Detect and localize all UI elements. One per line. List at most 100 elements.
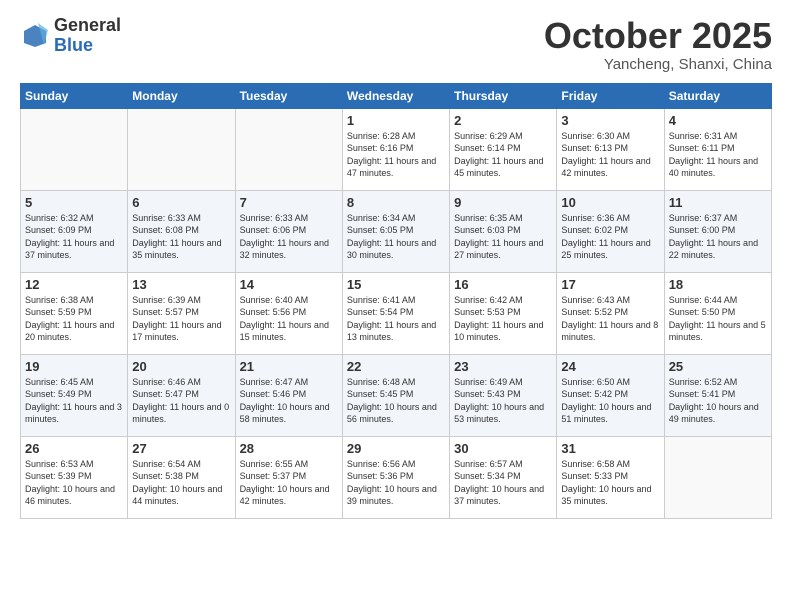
cell-w3-d3: 14 Sunrise: 6:40 AM Sunset: 5:56 PM Dayli… (235, 272, 342, 354)
cell-w3-d5: 16 Sunrise: 6:42 AM Sunset: 5:53 PM Dayli… (450, 272, 557, 354)
cell-w1-d4: 1 Sunrise: 6:28 AM Sunset: 6:16 PM Daylig… (342, 108, 449, 190)
cell-w4-d7: 25Sunrise: 6:52 AM Sunset: 5:41 PM Dayli… (664, 354, 771, 436)
cell-w2-d2: 6 Sunrise: 6:33 AM Sunset: 6:08 PM Daylig… (128, 190, 235, 272)
col-tuesday: Tuesday (235, 83, 342, 108)
day-number: 17 (561, 277, 659, 292)
cell-w1-d6: 3 Sunrise: 6:30 AM Sunset: 6:13 PM Daylig… (557, 108, 664, 190)
day-info: Sunrise: 6:30 AM Sunset: 6:13 PM Dayligh… (561, 130, 659, 180)
day-number: 6 (132, 195, 230, 210)
day-number: 4 (669, 113, 767, 128)
day-number: 18 (669, 277, 767, 292)
day-info: Sunrise: 6:50 AM Sunset: 5:42 PM Dayligh… (561, 376, 659, 426)
day-info: Sunrise: 6:57 AM Sunset: 5:34 PM Dayligh… (454, 458, 552, 508)
day-number: 22 (347, 359, 445, 374)
header: General Blue October 2025 Yancheng, Shan… (20, 16, 772, 73)
cell-w5-d2: 27 Sunrise: 6:54 AM Sunset: 5:38 PM Dayli… (128, 436, 235, 518)
day-info: Sunrise: 6:54 AM Sunset: 5:38 PM Dayligh… (132, 458, 230, 508)
logo-blue: Blue (54, 36, 121, 56)
col-friday: Friday (557, 83, 664, 108)
day-info: Sunrise: 6:53 AM Sunset: 5:39 PM Dayligh… (25, 458, 123, 508)
day-number: 31 (561, 441, 659, 456)
day-info: Sunrise: 6:33 AM Sunset: 6:06 PM Dayligh… (240, 212, 338, 262)
day-info: Sunrise: 6:47 AM Sunset: 5:46 PM Dayligh… (240, 376, 338, 426)
cell-w4-d5: 23 Sunrise: 6:49 AM Sunset: 5:43 PM Dayli… (450, 354, 557, 436)
cell-w3-d4: 15 Sunrise: 6:41 AM Sunset: 5:54 PM Dayli… (342, 272, 449, 354)
logo-icon (20, 21, 50, 51)
day-info: Sunrise: 6:56 AM Sunset: 5:36 PM Dayligh… (347, 458, 445, 508)
page-container: General Blue October 2025 Yancheng, Shan… (0, 0, 792, 529)
day-number: 8 (347, 195, 445, 210)
day-number: 10 (561, 195, 659, 210)
day-info: Sunrise: 6:39 AM Sunset: 5:57 PM Dayligh… (132, 294, 230, 344)
day-info: Sunrise: 6:48 AM Sunset: 5:45 PM Dayligh… (347, 376, 445, 426)
cell-w4-d3: 21 Sunrise: 6:47 AM Sunset: 5:46 PM Dayli… (235, 354, 342, 436)
day-number: 30 (454, 441, 552, 456)
day-number: 5 (25, 195, 123, 210)
day-number: 12 (25, 277, 123, 292)
day-info: Sunrise: 6:34 AM Sunset: 6:05 PM Dayligh… (347, 212, 445, 262)
day-info: Sunrise: 6:45 AM Sunset: 5:49 PM Dayligh… (25, 376, 123, 426)
logo-general: General (54, 16, 121, 36)
calendar-table: Sunday Monday Tuesday Wednesday Thursday… (20, 83, 772, 519)
day-number: 13 (132, 277, 230, 292)
day-info: Sunrise: 6:42 AM Sunset: 5:53 PM Dayligh… (454, 294, 552, 344)
day-number: 21 (240, 359, 338, 374)
cell-w1-d7: 4Sunrise: 6:31 AM Sunset: 6:11 PM Daylig… (664, 108, 771, 190)
week-row-2: 5 Sunrise: 6:32 AM Sunset: 6:09 PM Daylig… (21, 190, 772, 272)
day-number: 24 (561, 359, 659, 374)
week-row-1: 1 Sunrise: 6:28 AM Sunset: 6:16 PM Daylig… (21, 108, 772, 190)
cell-w5-d7 (664, 436, 771, 518)
day-number: 29 (347, 441, 445, 456)
day-info: Sunrise: 6:28 AM Sunset: 6:16 PM Dayligh… (347, 130, 445, 180)
cell-w2-d4: 8 Sunrise: 6:34 AM Sunset: 6:05 PM Daylig… (342, 190, 449, 272)
day-number: 19 (25, 359, 123, 374)
day-info: Sunrise: 6:58 AM Sunset: 5:33 PM Dayligh… (561, 458, 659, 508)
col-thursday: Thursday (450, 83, 557, 108)
header-row: Sunday Monday Tuesday Wednesday Thursday… (21, 83, 772, 108)
title-block: October 2025 Yancheng, Shanxi, China (544, 16, 772, 73)
day-number: 28 (240, 441, 338, 456)
cell-w1-d1 (21, 108, 128, 190)
day-info: Sunrise: 6:32 AM Sunset: 6:09 PM Dayligh… (25, 212, 123, 262)
day-number: 15 (347, 277, 445, 292)
day-info: Sunrise: 6:40 AM Sunset: 5:56 PM Dayligh… (240, 294, 338, 344)
day-info: Sunrise: 6:49 AM Sunset: 5:43 PM Dayligh… (454, 376, 552, 426)
logo: General Blue (20, 16, 121, 56)
cell-w3-d2: 13 Sunrise: 6:39 AM Sunset: 5:57 PM Dayli… (128, 272, 235, 354)
cell-w2-d3: 7Sunrise: 6:33 AM Sunset: 6:06 PM Daylig… (235, 190, 342, 272)
cell-w4-d2: 20Sunrise: 6:46 AM Sunset: 5:47 PM Dayli… (128, 354, 235, 436)
cell-w3-d1: 12Sunrise: 6:38 AM Sunset: 5:59 PM Dayli… (21, 272, 128, 354)
cell-w5-d5: 30 Sunrise: 6:57 AM Sunset: 5:34 PM Dayli… (450, 436, 557, 518)
cell-w2-d6: 10 Sunrise: 6:36 AM Sunset: 6:02 PM Dayli… (557, 190, 664, 272)
day-number: 1 (347, 113, 445, 128)
month-title: October 2025 (544, 16, 772, 56)
day-info: Sunrise: 6:36 AM Sunset: 6:02 PM Dayligh… (561, 212, 659, 262)
day-number: 11 (669, 195, 767, 210)
day-number: 14 (240, 277, 338, 292)
col-monday: Monday (128, 83, 235, 108)
day-number: 27 (132, 441, 230, 456)
cell-w5-d1: 26Sunrise: 6:53 AM Sunset: 5:39 PM Dayli… (21, 436, 128, 518)
cell-w3-d7: 18Sunrise: 6:44 AM Sunset: 5:50 PM Dayli… (664, 272, 771, 354)
cell-w5-d4: 29 Sunrise: 6:56 AM Sunset: 5:36 PM Dayli… (342, 436, 449, 518)
day-number: 16 (454, 277, 552, 292)
day-info: Sunrise: 6:41 AM Sunset: 5:54 PM Dayligh… (347, 294, 445, 344)
day-info: Sunrise: 6:33 AM Sunset: 6:08 PM Dayligh… (132, 212, 230, 262)
location: Yancheng, Shanxi, China (544, 56, 772, 73)
day-number: 3 (561, 113, 659, 128)
week-row-4: 19 Sunrise: 6:45 AM Sunset: 5:49 PM Dayli… (21, 354, 772, 436)
col-saturday: Saturday (664, 83, 771, 108)
day-number: 23 (454, 359, 552, 374)
cell-w4-d4: 22 Sunrise: 6:48 AM Sunset: 5:45 PM Dayli… (342, 354, 449, 436)
day-info: Sunrise: 6:46 AM Sunset: 5:47 PM Dayligh… (132, 376, 230, 426)
cell-w1-d5: 2Sunrise: 6:29 AM Sunset: 6:14 PM Daylig… (450, 108, 557, 190)
day-info: Sunrise: 6:29 AM Sunset: 6:14 PM Dayligh… (454, 130, 552, 180)
cell-w4-d6: 24 Sunrise: 6:50 AM Sunset: 5:42 PM Dayli… (557, 354, 664, 436)
cell-w3-d6: 17Sunrise: 6:43 AM Sunset: 5:52 PM Dayli… (557, 272, 664, 354)
cell-w4-d1: 19 Sunrise: 6:45 AM Sunset: 5:49 PM Dayli… (21, 354, 128, 436)
day-info: Sunrise: 6:35 AM Sunset: 6:03 PM Dayligh… (454, 212, 552, 262)
col-sunday: Sunday (21, 83, 128, 108)
cell-w2-d1: 5 Sunrise: 6:32 AM Sunset: 6:09 PM Daylig… (21, 190, 128, 272)
logo-text: General Blue (54, 16, 121, 56)
week-row-3: 12Sunrise: 6:38 AM Sunset: 5:59 PM Dayli… (21, 272, 772, 354)
